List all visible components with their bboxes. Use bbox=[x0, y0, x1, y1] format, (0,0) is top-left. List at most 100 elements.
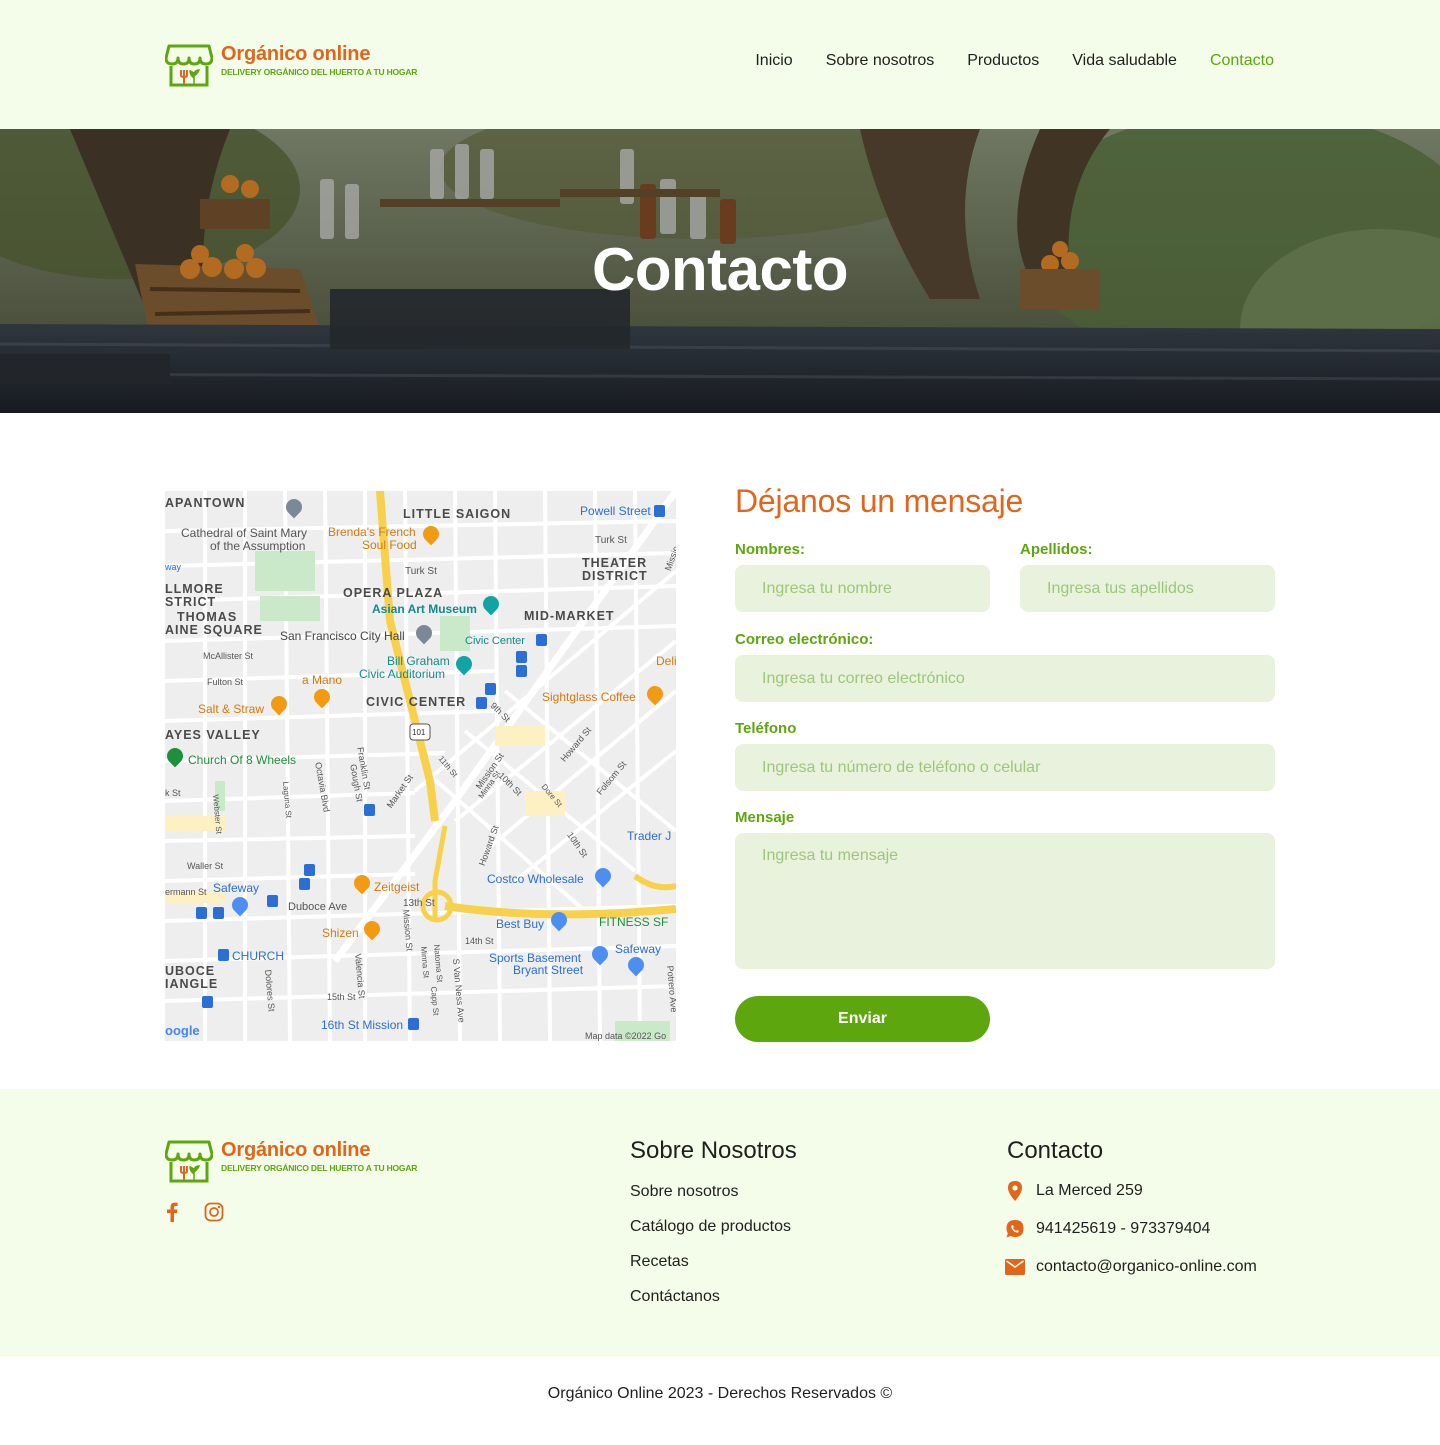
footer-logo[interactable]: Orgánico online DELIVERY ORGÁNICO DEL HU… bbox=[165, 1138, 417, 1184]
message-textarea[interactable] bbox=[735, 833, 1275, 969]
footer-phone: 941425619 - 973379404 bbox=[1005, 1219, 1210, 1239]
transit-icon bbox=[364, 804, 375, 816]
map-label-district: UBOCE bbox=[165, 964, 216, 978]
nav-item-sobre-nosotros[interactable]: Sobre nosotros bbox=[826, 50, 935, 72]
apellidos-input[interactable] bbox=[1020, 565, 1275, 612]
form-title: Déjanos un mensaje bbox=[735, 483, 1024, 519]
map-label-district: LLMORE bbox=[165, 582, 224, 596]
map-label-district: AINE SQUARE bbox=[165, 623, 263, 637]
nav-item-productos[interactable]: Productos bbox=[967, 50, 1039, 72]
map-label-street: Turk St bbox=[405, 566, 437, 577]
map-label-district: IANGLE bbox=[165, 977, 219, 991]
phone-field[interactable] bbox=[735, 744, 1275, 791]
map-label-district: CIVIC CENTER bbox=[366, 695, 467, 709]
hero-banner: Contacto bbox=[0, 129, 1440, 413]
email-text[interactable]: contacto@organico-online.com bbox=[1036, 1257, 1257, 1277]
map-label-poi: Cathedral of Saint Mary bbox=[181, 526, 308, 540]
site-header: Orgánico online DELIVERY ORGÁNICO DEL HU… bbox=[0, 0, 1440, 129]
map-attribution: Map data ©2022 Go bbox=[585, 1031, 667, 1041]
logo-tagline: DELIVERY ORGÁNICO DEL HUERTO A TU HOGAR bbox=[221, 67, 418, 77]
route-shield: 101 bbox=[412, 728, 426, 737]
store-icon bbox=[165, 1140, 213, 1183]
map-label-poi: Church Of 8 Wheels bbox=[188, 753, 297, 767]
footer-link-recetas[interactable]: Recetas bbox=[630, 1252, 689, 1272]
header-logo[interactable]: Orgánico online DELIVERY ORGÁNICO DEL HU… bbox=[165, 42, 417, 88]
map-label-poi: Soul Food bbox=[362, 538, 417, 552]
google-logo: oogle bbox=[165, 1023, 200, 1038]
map-label-poi: FITNESS SF bbox=[599, 915, 669, 929]
map-label-street: 14th St bbox=[465, 936, 494, 946]
map-label-poi: Brenda's French bbox=[328, 525, 416, 539]
footer-contact-title: Contacto bbox=[1007, 1137, 1104, 1164]
transit-icon bbox=[516, 651, 527, 663]
footer-link-catalogo[interactable]: Catálogo de productos bbox=[630, 1217, 791, 1237]
map-label-poi: Costco Wholesale bbox=[487, 872, 584, 886]
footer-link-sobre-nosotros[interactable]: Sobre nosotros bbox=[630, 1182, 739, 1202]
apellidos-label: Apellidos: bbox=[1020, 541, 1093, 558]
site-footer: Orgánico online DELIVERY ORGÁNICO DEL HU… bbox=[0, 1089, 1440, 1357]
map-label-district: LITTLE SAIGON bbox=[403, 507, 512, 521]
map-label-transit: Civic Center bbox=[465, 635, 525, 647]
whatsapp-icon bbox=[1006, 1220, 1024, 1238]
copyright-text: Orgánico Online 2023 - Derechos Reservad… bbox=[547, 1385, 893, 1402]
nav-item-vida-saludable[interactable]: Vida saludable bbox=[1072, 50, 1177, 72]
email-field[interactable] bbox=[735, 655, 1275, 702]
map-label-street: Fulton St bbox=[207, 677, 244, 687]
map-label-poi: San Francisco City Hall bbox=[280, 629, 405, 643]
map-label-poi: Trader J bbox=[627, 829, 672, 843]
map-label-poi: Safeway bbox=[213, 881, 260, 895]
map-label-poi: Civic Auditorium bbox=[359, 667, 446, 681]
map-label-street: Capp St bbox=[429, 986, 441, 1016]
map-label-poi: Asian Art Museum bbox=[372, 602, 477, 616]
map-label-street: McAllister St bbox=[203, 651, 254, 661]
footer-email[interactable]: contacto@organico-online.com bbox=[1005, 1257, 1257, 1277]
transit-icon bbox=[476, 697, 487, 709]
facebook-icon[interactable] bbox=[165, 1202, 179, 1222]
store-icon bbox=[165, 44, 213, 87]
telefono-label: Teléfono bbox=[735, 720, 797, 737]
map-label-street: 15th St bbox=[327, 992, 356, 1002]
map-label-poi: Safeway bbox=[615, 942, 662, 956]
send-button[interactable]: Enviar bbox=[735, 996, 990, 1042]
map-label-street: k St bbox=[165, 788, 181, 798]
transit-icon bbox=[304, 864, 315, 876]
logo-tagline: DELIVERY ORGÁNICO DEL HUERTO A TU HOGAR bbox=[221, 1163, 418, 1173]
map-label-poi: Shizen bbox=[322, 926, 359, 940]
map-label-transit: 16th St Mission bbox=[321, 1018, 404, 1032]
map-label-district: AYES VALLEY bbox=[165, 728, 261, 742]
nombres-input[interactable] bbox=[735, 565, 990, 612]
instagram-icon[interactable] bbox=[204, 1202, 224, 1222]
transit-icon bbox=[213, 907, 224, 919]
map-label-poi: Zeitgeist bbox=[374, 880, 420, 894]
map-label-poi: Bill Graham bbox=[387, 654, 450, 668]
location-pin-icon bbox=[1008, 1181, 1022, 1201]
map-label-poi: of the Assumption bbox=[210, 539, 306, 553]
location-map[interactable]: APANTOWN LITTLE SAIGON Cathedral of Sain… bbox=[165, 491, 676, 1041]
map-label-poi: Salt & Straw bbox=[198, 702, 265, 716]
map-label-transit: Powell Street bbox=[580, 504, 651, 518]
footer-about-title: Sobre Nosotros bbox=[630, 1137, 797, 1164]
map-label-poi: a Mano bbox=[302, 673, 343, 687]
nav-item-inicio[interactable]: Inicio bbox=[755, 50, 792, 72]
transit-icon bbox=[202, 996, 213, 1008]
map-label-street: Waller St bbox=[187, 861, 224, 871]
correo-label: Correo electrónico: bbox=[735, 631, 874, 648]
map-label-district: THOMAS bbox=[177, 610, 238, 624]
map-label-street: way bbox=[165, 562, 182, 572]
nav-item-contacto[interactable]: Contacto bbox=[1210, 50, 1274, 72]
nombres-label: Nombres: bbox=[735, 541, 806, 558]
transit-icon bbox=[299, 878, 310, 890]
footer-address: La Merced 259 bbox=[1005, 1181, 1143, 1201]
mail-icon bbox=[1005, 1259, 1025, 1275]
map-label-transit: CHURCH bbox=[232, 949, 284, 963]
map-label-street: Duboce Ave bbox=[288, 901, 348, 913]
map-label-district: OPERA PLAZA bbox=[343, 586, 444, 600]
phone-text: 941425619 - 973379404 bbox=[1036, 1220, 1211, 1237]
footer-link-contactanos[interactable]: Contáctanos bbox=[630, 1287, 720, 1307]
map-label-poi: Sightglass Coffee bbox=[542, 690, 636, 704]
logo-title: Orgánico online bbox=[221, 1139, 371, 1161]
map-label-poi: Best Buy bbox=[496, 917, 545, 931]
hero-title: Contacto bbox=[592, 236, 848, 303]
main-nav: Inicio Sobre nosotros Productos Vida sal… bbox=[722, 50, 1274, 72]
map-label-district: THEATER bbox=[582, 556, 648, 570]
